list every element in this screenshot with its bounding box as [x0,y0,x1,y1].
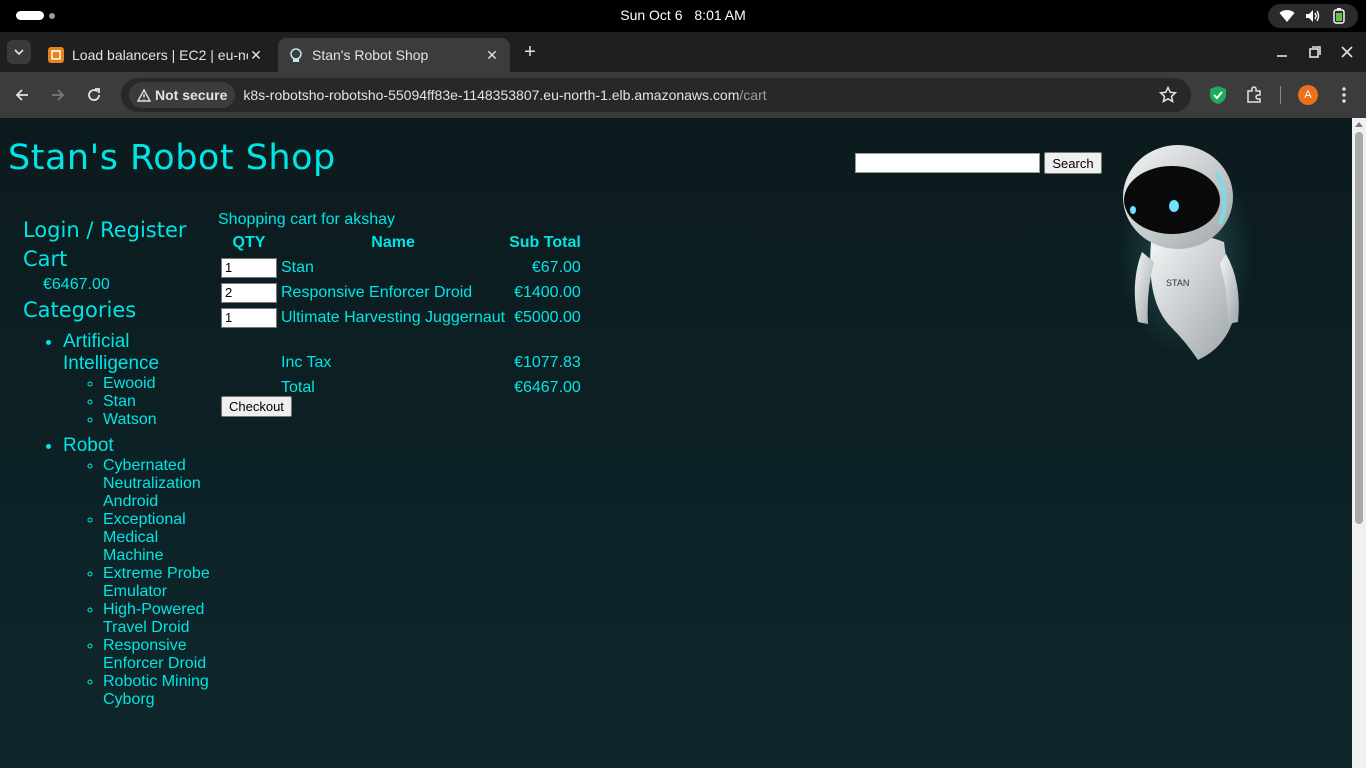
categories-heading: Categories [23,298,137,322]
warning-icon [137,88,151,102]
item-name: Ultimate Harvesting Juggernaut [281,308,506,326]
sidebar: Login / Register Cart €6467.00 Categorie… [23,216,213,709]
browser-toolbar: Not secure k8s-robotsho-robotsho-55094ff… [0,72,1366,118]
product-link[interactable]: Cybernated Neutralization Android [103,457,213,511]
cart-row: Ultimate Harvesting Juggernaut €5000.00 [220,306,582,329]
extensions-puzzle-icon[interactable] [1242,83,1266,107]
product-link[interactable]: Ewooid [103,375,213,393]
wifi-icon [1279,8,1295,24]
profile-avatar[interactable]: A [1298,85,1318,105]
search-input[interactable] [855,153,1040,173]
cart-header-row: QTY Name Sub Total [220,232,582,254]
page-scrollbar[interactable] [1352,118,1366,768]
product-link[interactable]: Robotic Mining Cyborg [103,673,213,709]
cart-row: Stan €67.00 [220,256,582,279]
product-link[interactable]: Exceptional Medical Machine [103,511,213,565]
restore-icon[interactable] [1305,42,1325,62]
category-item[interactable]: Artificial Intelligence Ewooid Stan Wats… [63,331,213,429]
total-value: €6467.00 [514,378,581,396]
spacer-row [220,331,582,349]
tab-search-button[interactable] [7,40,31,64]
system-clock[interactable]: Sun Oct 6 8:01 AM [0,7,1366,23]
os-top-bar: Sun Oct 6 8:01 AM [0,0,1366,32]
bookmark-star-icon[interactable] [1158,85,1178,104]
system-tray[interactable] [1268,4,1358,28]
security-chip[interactable]: Not secure [129,82,236,108]
url-text: k8s-robotsho-robotsho-55094ff83e-1148353… [243,87,766,103]
checkout-button[interactable]: Checkout [221,396,292,417]
tax-value: €1077.83 [514,353,581,371]
product-link[interactable]: Stan [103,393,213,411]
column-header-name: Name [371,234,415,251]
site-title[interactable]: Stan's Robot Shop [8,138,336,178]
volume-icon [1305,8,1321,24]
clock-date: Sun Oct 6 [620,7,683,23]
clock-time: 8:01 AM [694,7,746,23]
page-viewport: Stan's Robot Shop Search STAN Login / Re… [0,118,1352,768]
tab-load-balancers[interactable]: Load balancers | EC2 | eu-north-1 ✕ [38,38,274,72]
scroll-thumb[interactable] [1355,132,1363,524]
chevron-down-icon [14,49,24,55]
back-arrow-icon[interactable] [10,83,34,107]
sidebar-cart-total: €6467.00 [43,276,110,293]
tab-title: Stan's Robot Shop [312,47,429,63]
category-item[interactable]: Robot Cybernated Neutralization Android … [63,435,213,709]
shield-extension-icon[interactable] [1206,83,1230,107]
browser-tab-bar: Load balancers | EC2 | eu-north-1 ✕ Stan… [0,32,1366,72]
item-subtotal: €5000.00 [514,308,581,326]
item-name: Responsive Enforcer Droid [281,283,473,301]
forward-arrow-icon[interactable] [46,83,70,107]
aws-favicon-icon [48,47,64,63]
product-list: Cybernated Neutralization Android Except… [103,457,213,709]
item-subtotal: €1400.00 [514,283,581,301]
cart-table: QTY Name Sub Total Stan €67.00 Responsiv… [218,230,584,401]
column-header-subtotal: Sub Total [509,234,581,251]
tax-label: Inc Tax [281,353,332,371]
category-name[interactable]: Robot [63,435,114,456]
close-icon[interactable]: ✕ [484,47,500,63]
new-tab-plus-icon[interactable]: + [520,42,540,62]
product-list: Ewooid Stan Watson [103,375,213,429]
window-close-icon[interactable] [1337,42,1357,62]
product-link[interactable]: Extreme Probe Emulator [103,565,213,601]
cart-link[interactable]: Cart [23,245,213,274]
cart-heading: Shopping cart for akshay [218,211,395,228]
quantity-input[interactable] [221,307,277,328]
product-link[interactable]: Watson [103,411,213,429]
column-header-qty: QTY [232,234,266,251]
url-path: /cart [739,87,767,103]
quantity-input[interactable] [221,282,277,303]
stan-robot-image: STAN [1118,145,1254,360]
minimize-icon[interactable] [1272,42,1292,62]
address-bar[interactable]: Not secure k8s-robotsho-robotsho-55094ff… [121,78,1191,112]
close-icon[interactable]: ✕ [248,47,264,63]
category-list: Artificial Intelligence Ewooid Stan Wats… [63,331,213,709]
tab-title: Load balancers | EC2 | eu-north-1 [72,47,248,63]
more-menu-icon[interactable] [1332,83,1356,107]
category-name[interactable]: Artificial Intelligence [63,331,159,374]
login-register-link[interactable]: Login / Register [23,216,213,245]
robot-badge: STAN [1166,278,1189,288]
item-subtotal: €67.00 [531,258,581,276]
toolbar-divider [1280,86,1281,104]
product-link[interactable]: High-Powered Travel Droid [103,601,213,637]
scroll-up-arrow-icon[interactable] [1355,122,1363,127]
cart-row: Responsive Enforcer Droid €1400.00 [220,281,582,304]
tab-robot-shop[interactable]: Stan's Robot Shop ✕ [278,38,510,72]
product-link[interactable]: Responsive Enforcer Droid [103,637,213,673]
battery-icon [1331,8,1347,24]
security-label: Not secure [155,87,228,103]
search-button[interactable]: Search [1044,152,1102,174]
total-label: Total [281,378,315,396]
url-host: k8s-robotsho-robotsho-55094ff83e-1148353… [243,87,740,103]
robot-favicon-icon [288,47,304,63]
tax-row: Inc Tax €1077.83 [220,351,582,374]
quantity-input[interactable] [221,257,277,278]
item-name: Stan [281,258,314,276]
reload-icon[interactable] [82,83,106,107]
